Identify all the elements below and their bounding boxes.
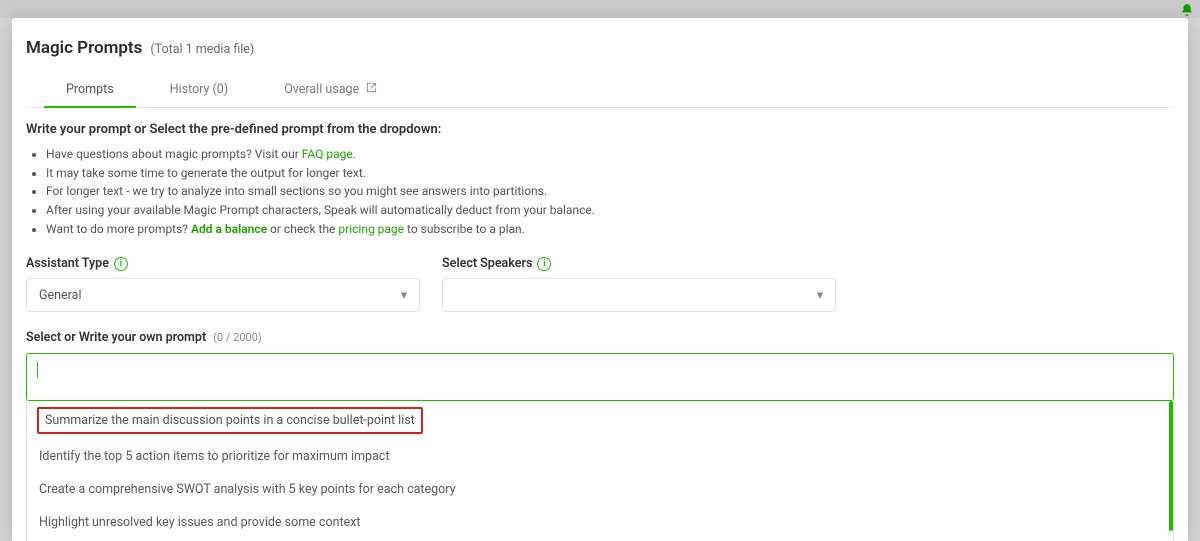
- add-balance-link[interactable]: Add a balance: [191, 222, 267, 236]
- prompt-option-highlighted[interactable]: Summarize the main discussion points in …: [37, 407, 423, 434]
- instruction-item: Want to do more prompts? Add a balance o…: [46, 220, 1174, 239]
- modal-subtitle: (Total 1 media file): [150, 42, 254, 57]
- modal-header: Magic Prompts (Total 1 media file): [20, 38, 1180, 72]
- prompt-input[interactable]: [26, 353, 1174, 401]
- prompt-suggestions-dropdown: Summarize the main discussion points in …: [26, 401, 1174, 541]
- assistant-type-label: Assistant Type i: [26, 256, 420, 271]
- instructions-heading: Write your prompt or Select the pre-defi…: [26, 122, 1174, 137]
- magic-prompts-modal: Magic Prompts (Total 1 media file) Promp…: [12, 18, 1188, 541]
- backdrop-top-bar: [0, 0, 1200, 18]
- faq-link[interactable]: FAQ page: [302, 147, 353, 161]
- chevron-down-icon: ▾: [817, 287, 823, 303]
- assistant-type-select[interactable]: General ▾: [26, 278, 420, 312]
- modal-title: Magic Prompts: [26, 38, 142, 58]
- text-cursor: [37, 362, 38, 378]
- pricing-link[interactable]: pricing page: [338, 222, 404, 236]
- select-speakers-label: Select Speakers i: [442, 256, 836, 271]
- tab-overall-label: Overall usage: [284, 82, 359, 97]
- instruction-item: After using your available Magic Prompt …: [46, 201, 1174, 220]
- instruction-item: For longer text - we try to analyze into…: [46, 182, 1174, 201]
- tab-history[interactable]: History (0): [148, 72, 251, 107]
- tab-overall-usage[interactable]: Overall usage: [262, 72, 399, 107]
- external-link-icon: [366, 82, 377, 97]
- instruction-item: It may take some time to generate the ou…: [46, 164, 1174, 183]
- prompt-counter: (0 / 2000): [213, 331, 262, 344]
- instruction-item: Have questions about magic prompts? Visi…: [46, 145, 1174, 164]
- prompt-option[interactable]: Highlight unresolved key issues and prov…: [27, 506, 1173, 539]
- tab-prompts[interactable]: Prompts: [44, 72, 136, 107]
- prompt-option[interactable]: Create a comprehensive SWOT analysis wit…: [27, 473, 1173, 506]
- tabs-bar: Prompts History (0) Overall usage: [26, 72, 1174, 108]
- prompt-field-label: Select or Write your own prompt (0 / 200…: [26, 330, 1174, 345]
- prompt-option[interactable]: Identify the top 5 action items to prior…: [27, 440, 1173, 473]
- instructions-list: Have questions about magic prompts? Visi…: [26, 145, 1174, 238]
- info-icon[interactable]: i: [114, 257, 128, 271]
- assistant-type-value: General: [39, 288, 82, 303]
- info-icon[interactable]: i: [537, 257, 551, 271]
- select-speakers-select[interactable]: ▾: [442, 278, 836, 312]
- chevron-down-icon: ▾: [401, 287, 407, 303]
- dropdown-scrollbar[interactable]: [1169, 401, 1173, 531]
